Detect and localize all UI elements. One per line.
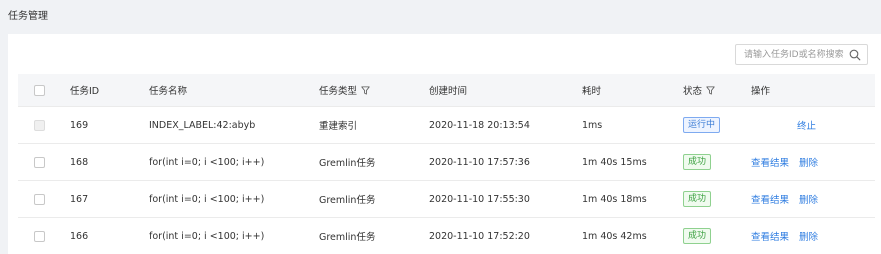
view-result-link[interactable]: 查看结果 <box>751 155 789 169</box>
task-name: for(int i=0; i <100; i++) <box>149 193 265 205</box>
status-badge: 成功 <box>683 228 712 244</box>
table-row: 169 INDEX_LABEL:42:abyb 重建索引 2020-11-18 … <box>18 107 875 144</box>
header-task-type: 任务类型 <box>319 74 370 106</box>
task-id: 168 <box>70 156 89 168</box>
filter-icon[interactable] <box>361 85 370 95</box>
filter-icon[interactable] <box>706 85 715 95</box>
table-row: 168 for(int i=0; i <100; i++) Gremlin任务 … <box>18 144 875 181</box>
header-status: 状态 <box>683 74 715 106</box>
table-row: 167 for(int i=0; i <100; i++) Gremlin任务 … <box>18 181 875 218</box>
view-result-link[interactable]: 查看结果 <box>751 192 789 206</box>
task-type: Gremlin任务 <box>319 232 376 243</box>
header-status-label: 状态 <box>683 86 703 97</box>
header-task-id: 任务ID <box>70 86 100 97</box>
duration: 1m 40s 18ms <box>582 193 647 205</box>
header-task-name: 任务名称 <box>149 86 188 97</box>
task-name: for(int i=0; i <100; i++) <box>149 156 265 168</box>
task-type: Gremlin任务 <box>319 195 376 206</box>
task-type: Gremlin任务 <box>319 158 376 169</box>
header-duration: 耗时 <box>582 86 602 97</box>
search-icon[interactable] <box>849 49 861 61</box>
status-badge: 成功 <box>683 154 712 170</box>
view-result-link[interactable]: 查看结果 <box>751 229 789 243</box>
delete-link[interactable]: 删除 <box>799 155 818 169</box>
status-badge: 运行中 <box>683 117 721 133</box>
created-time: 2020-11-10 17:55:30 <box>429 193 530 205</box>
select-all-checkbox[interactable] <box>34 84 45 96</box>
table-header: 任务ID 任务名称 任务类型 创建时间 耗时 状态 操作 <box>18 74 875 107</box>
status-badge: 成功 <box>683 191 712 207</box>
created-time: 2020-11-10 17:52:20 <box>429 230 530 242</box>
task-panel: 任务ID 任务名称 任务类型 创建时间 耗时 状态 操作 169 INDEX_L… <box>8 34 881 254</box>
duration: 1m 40s 15ms <box>582 156 647 168</box>
task-id: 169 <box>70 119 89 131</box>
search-box[interactable] <box>735 44 868 65</box>
task-name: for(int i=0; i <100; i++) <box>149 230 265 242</box>
search-input[interactable] <box>744 45 848 64</box>
row-checkbox[interactable] <box>34 156 45 168</box>
terminate-link[interactable]: 终止 <box>797 118 816 132</box>
task-id: 167 <box>70 193 89 205</box>
row-checkbox[interactable] <box>34 230 45 242</box>
header-created-time: 创建时间 <box>429 86 468 97</box>
page-title: 任务管理 <box>8 11 48 22</box>
table-row: 166 for(int i=0; i <100; i++) Gremlin任务 … <box>18 218 875 254</box>
task-table: 任务ID 任务名称 任务类型 创建时间 耗时 状态 操作 169 INDEX_L… <box>18 74 875 254</box>
header-actions: 操作 <box>751 86 771 97</box>
created-time: 2020-11-10 17:57:36 <box>429 156 530 168</box>
task-id: 166 <box>70 230 89 242</box>
created-time: 2020-11-18 20:13:54 <box>429 119 530 131</box>
duration: 1ms <box>582 119 603 131</box>
row-checkbox <box>34 119 45 131</box>
duration: 1m 40s 42ms <box>582 230 647 242</box>
row-checkbox[interactable] <box>34 193 45 205</box>
delete-link[interactable]: 删除 <box>799 192 818 206</box>
delete-link[interactable]: 删除 <box>799 229 818 243</box>
task-name: INDEX_LABEL:42:abyb <box>149 119 256 131</box>
task-type: 重建索引 <box>319 121 358 132</box>
header-task-type-label: 任务类型 <box>319 86 358 97</box>
